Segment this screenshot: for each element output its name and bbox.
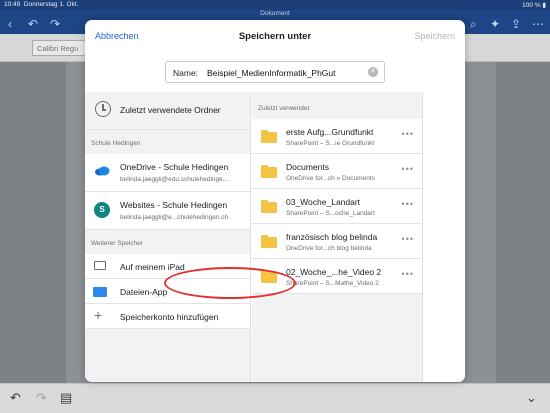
filename-label: Name: xyxy=(173,68,199,78)
onedrive-account: belinda.jaeggli@edu.schulehedinge... xyxy=(120,176,229,183)
undo-bottom-icon[interactable]: ↶ xyxy=(10,391,21,405)
folder-icon xyxy=(261,235,277,248)
list-item[interactable]: erste Aufg...Grundfunkt SharePoint – S..… xyxy=(252,119,422,154)
location-pane: Zuletzt verwendete Ordner Schule Hedinge… xyxy=(85,92,251,382)
folder-path: OneDrive for...ch blog belinda xyxy=(286,245,372,252)
save-button[interactable]: Speichern xyxy=(414,31,455,41)
folder-name: erste Aufg...Grundfunkt xyxy=(286,127,374,137)
folder-name: 02_Woche_...he_Video 2 xyxy=(286,267,382,277)
recent-folders-item[interactable]: Zuletzt verwendete Ordner xyxy=(85,92,250,130)
folder-name: Documents xyxy=(286,162,329,172)
section-other-label: Weiterer Speicher xyxy=(91,240,143,247)
status-bar: 10:49 Donnerstag 1. Okt. 100 % ▮ xyxy=(0,0,550,10)
more-icon[interactable]: ⋯ xyxy=(532,18,544,30)
ipad-icon xyxy=(94,261,106,270)
onedrive-cloud-icon xyxy=(95,166,110,176)
list-item[interactable]: 03_Woche_Landart SharePoint – S...oche_L… xyxy=(252,189,422,224)
folder-icon xyxy=(261,200,277,213)
more-icon[interactable]: ••• xyxy=(402,164,414,174)
undo-icon[interactable]: ↶ xyxy=(28,18,38,30)
status-time: 10:49 xyxy=(4,1,21,8)
ipad-title: Auf meinem iPad xyxy=(120,262,185,272)
folder-path: SharePoint – S...ie Grundfunkt xyxy=(286,140,375,147)
clipboard-icon[interactable]: ▤ xyxy=(60,391,72,405)
location-sharepoint[interactable]: S Websites - Schule Hedingen belinda.jae… xyxy=(85,192,250,230)
recent-folder-list: erste Aufg...Grundfunkt SharePoint – S..… xyxy=(252,119,422,294)
folder-path: SharePoint – S...Mathe_Video 2 xyxy=(286,280,379,287)
back-icon[interactable]: ‹ xyxy=(8,18,12,30)
folder-path: SharePoint – S...oche_Landart xyxy=(286,210,375,217)
lightbulb-icon[interactable]: ✦ xyxy=(490,18,500,30)
annotation-circle xyxy=(164,267,296,299)
battery-level: 100 % xyxy=(522,2,541,9)
recent-folders-label: Zuletzt verwendete Ordner xyxy=(120,105,221,115)
bottom-toolbar: ↶ ↷ ▤ ⌄ xyxy=(0,383,550,413)
clock-icon xyxy=(95,101,111,117)
preview-strip xyxy=(422,92,465,382)
chevron-down-icon[interactable]: ⌄ xyxy=(526,391,537,405)
more-icon[interactable]: ••• xyxy=(402,199,414,209)
add-storage-title: Speicherkonto hinzufügen xyxy=(120,312,219,322)
more-icon[interactable]: ••• xyxy=(402,234,414,244)
more-icon[interactable]: ••• xyxy=(402,269,414,279)
folder-icon xyxy=(261,165,277,178)
recent-files-pane: Zuletzt verwendet erste Aufg...Grundfunk… xyxy=(252,92,465,382)
add-storage-account[interactable]: + Speicherkonto hinzufügen xyxy=(85,304,250,329)
status-date: Donnerstag 1. Okt. xyxy=(23,1,79,8)
filename-input[interactable]: Beispiel_MedienInformatik_PhGut xyxy=(207,68,336,78)
clear-icon[interactable]: ✕ xyxy=(368,67,378,77)
share-icon[interactable]: ⇪ xyxy=(511,18,521,30)
status-time-date: 10:49 Donnerstag 1. Okt. xyxy=(4,1,78,8)
save-as-dialog: Speichern unter Abbrechen Speichern Name… xyxy=(85,20,465,382)
list-item[interactable]: französisch blog belinda OneDrive for...… xyxy=(252,224,422,259)
cancel-button[interactable]: Abbrechen xyxy=(95,31,139,41)
status-battery: 100 % ▮ xyxy=(522,2,546,9)
filename-field[interactable]: Name: Beispiel_MedienInformatik_PhGut ✕ xyxy=(165,61,385,83)
redo-icon[interactable]: ↷ xyxy=(50,18,60,30)
sharepoint-title: Websites - Schule Hedingen xyxy=(120,200,228,210)
plus-icon: + xyxy=(94,307,103,323)
search-icon[interactable]: ⌕ xyxy=(470,18,477,30)
folder-icon xyxy=(93,287,107,297)
location-onedrive[interactable]: OneDrive - Schule Hedingen belinda.jaegg… xyxy=(85,154,250,192)
list-item[interactable]: Documents OneDrive for...ch » Documents … xyxy=(252,154,422,189)
folder-icon xyxy=(261,130,277,143)
redo-bottom-icon[interactable]: ↷ xyxy=(36,391,47,405)
folder-name: französisch blog belinda xyxy=(286,232,378,242)
document-title: Dokument xyxy=(260,10,290,17)
sharepoint-icon: S xyxy=(94,202,110,218)
section-school-label: Schule Hedingen xyxy=(91,140,141,147)
onedrive-title: OneDrive - Schule Hedingen xyxy=(120,162,229,172)
sharepoint-account: belinda.jaeggli@e...chulehedingen.ch xyxy=(120,214,229,221)
dialog-title: Speichern unter xyxy=(238,31,312,42)
more-icon[interactable]: ••• xyxy=(402,129,414,139)
folder-name: 03_Woche_Landart xyxy=(286,197,361,207)
font-selector[interactable]: Calibri Regu xyxy=(32,40,90,56)
files-app-title: Dateien-App xyxy=(120,287,168,297)
folder-path: OneDrive for...ch » Documents xyxy=(286,175,375,182)
dialog-header: Speichern unter Abbrechen Speichern xyxy=(85,20,465,55)
